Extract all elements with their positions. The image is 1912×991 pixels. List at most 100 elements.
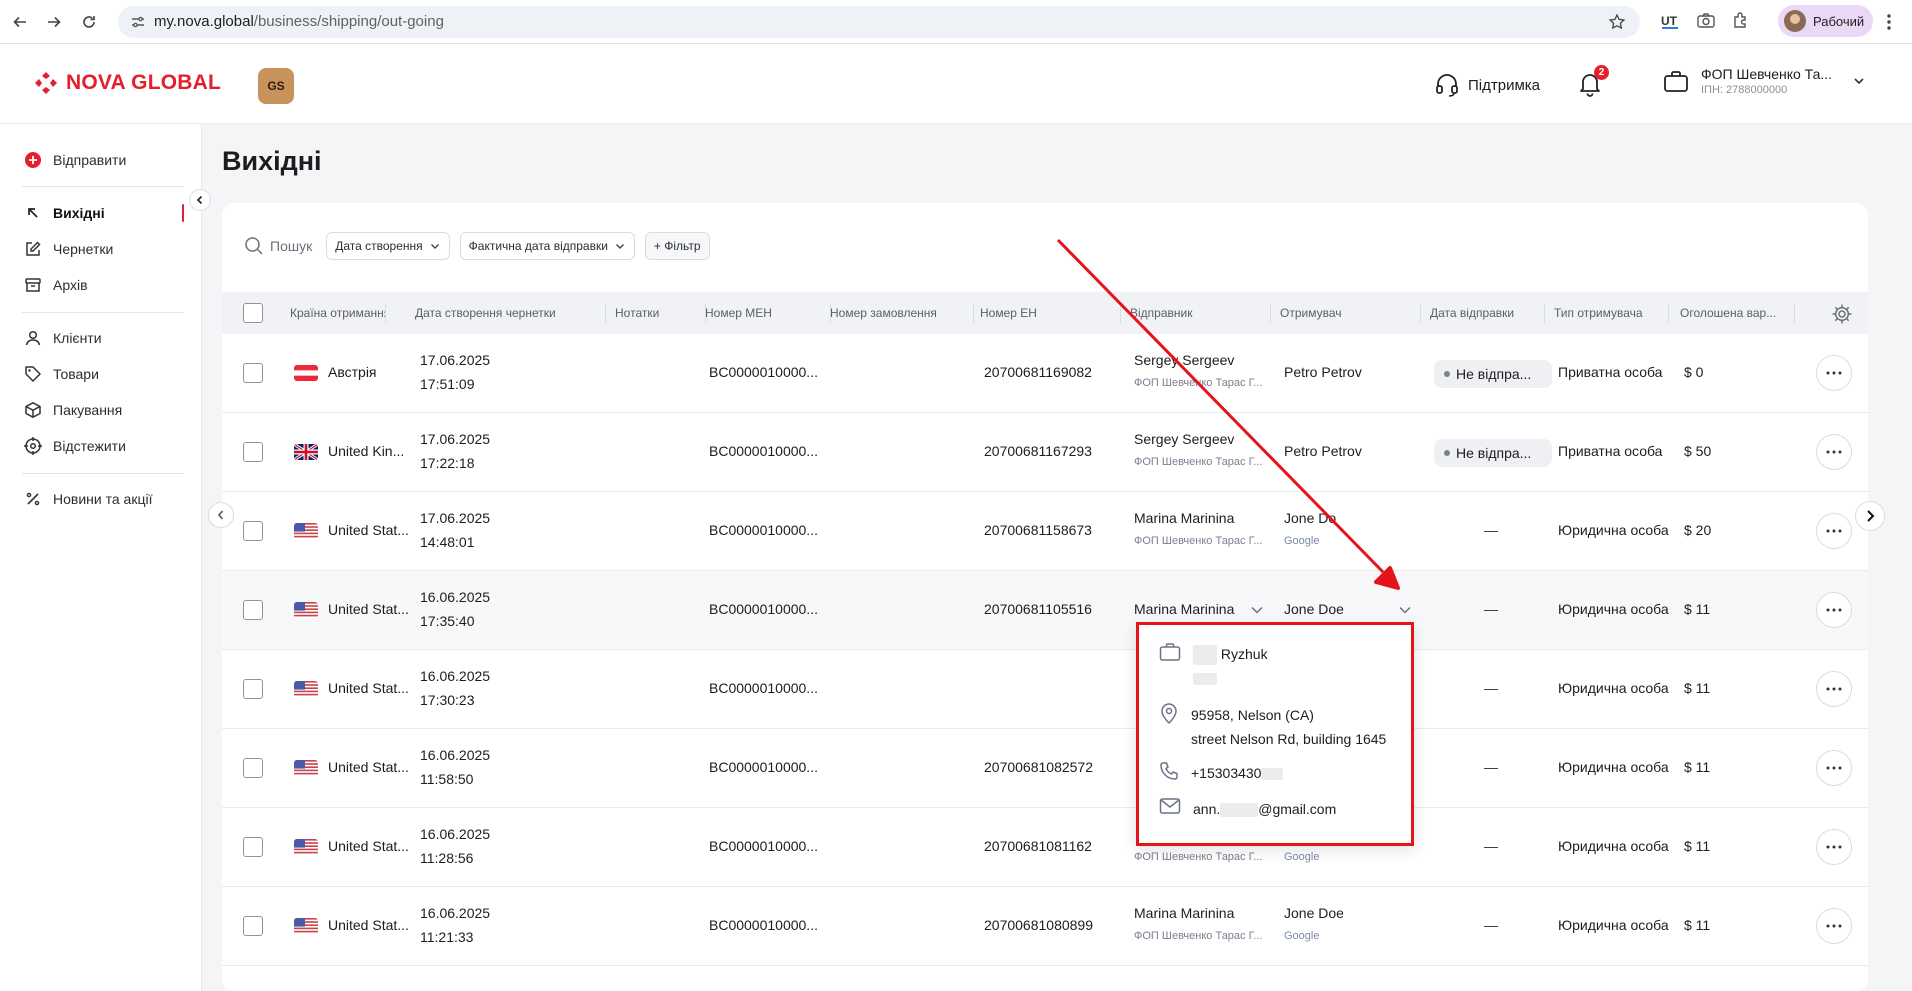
camera-extension-icon[interactable] [1696, 11, 1716, 31]
column-separator [1420, 303, 1421, 323]
column-header-notes[interactable]: Нотатки [615, 292, 685, 334]
table-row[interactable]: United Stat... 16.06.2025 11:21:33 BC000001… [222, 887, 1868, 966]
sidebar-item-news[interactable]: Новини та акції [24, 490, 152, 508]
country-flag-icon [294, 365, 318, 381]
cell-men-number[interactable]: BC0000010000... [709, 759, 818, 775]
cell-declared-value: $ 11 [1684, 601, 1711, 617]
column-header-en[interactable]: Номер ЕН [980, 292, 1080, 334]
cell-men-number[interactable]: BC0000010000... [709, 443, 818, 459]
sidebar-item-send[interactable]: Відправити [24, 151, 126, 169]
column-header-recipient[interactable]: Отримувач [1280, 292, 1380, 334]
row-actions-button[interactable] [1816, 513, 1852, 549]
browser-menu-icon[interactable] [1886, 12, 1892, 32]
forward-icon[interactable] [42, 10, 66, 34]
column-header-draft-date[interactable]: Дата створення чернетки [415, 292, 575, 334]
country-flag-icon [294, 602, 318, 618]
column-header-recipient-type[interactable]: Тип отримувача [1554, 292, 1664, 334]
cell-men-number[interactable]: BC0000010000... [709, 838, 818, 854]
cell-men-number[interactable]: BC0000010000... [709, 917, 818, 933]
cell-en-number[interactable]: 20700681080899 [984, 917, 1093, 933]
recipient-details-popup: Ryzhuk 95958, Nelson (CA) street Nelson … [1136, 622, 1414, 846]
site-info-icon[interactable] [130, 14, 146, 30]
account-switcher[interactable]: ФОП Шевченко Та... ІПН: 2788000000 [1663, 66, 1866, 96]
table-row[interactable]: United Stat... 16.06.2025 17:35:40 BC000001… [222, 571, 1868, 650]
table-row[interactable]: United Stat... 16.06.2025 17:30:23 BC000001… [222, 650, 1868, 729]
cell-en-number[interactable]: 20700681158673 [984, 522, 1092, 538]
cell-men-number[interactable]: BC0000010000... [709, 522, 818, 538]
cell-draft-time: 17:30:23 [420, 692, 475, 708]
sidebar-item-clients[interactable]: Клієнти [24, 329, 102, 347]
cell-men-number[interactable]: BC0000010000... [709, 680, 818, 696]
translate-extension-icon[interactable]: UT [1660, 11, 1680, 31]
extensions-puzzle-icon[interactable] [1731, 11, 1751, 31]
popup-address-line2: street Nelson Rd, building 1645 [1191, 731, 1387, 747]
cell-recipient-name: Jone Doe [1284, 601, 1344, 617]
created-date-filter[interactable]: Дата створення [326, 232, 450, 260]
back-icon[interactable] [8, 10, 32, 34]
scroll-right-button[interactable] [1855, 501, 1885, 531]
sidebar-item-outgoing[interactable]: Вихідні [24, 204, 105, 222]
chevron-down-icon[interactable] [1250, 604, 1264, 616]
sidebar-collapse-button[interactable] [189, 189, 211, 211]
row-actions-button[interactable] [1816, 434, 1852, 470]
column-header-declared-value[interactable]: Оголошена вар... [1680, 292, 1782, 334]
row-actions-button[interactable] [1816, 671, 1852, 707]
reload-icon[interactable] [77, 10, 101, 34]
cell-declared-value: $ 50 [1684, 443, 1712, 459]
gs-badge[interactable]: GS [258, 68, 294, 104]
sidebar-item-packing[interactable]: Пакування [24, 401, 122, 419]
sidebar-item-drafts[interactable]: Чернетки [24, 240, 113, 258]
more-horizontal-icon [1826, 766, 1842, 770]
sidebar-item-goods[interactable]: Товари [24, 365, 99, 383]
table-row[interactable]: United Stat... 17.06.2025 14:48:01 BC000001… [222, 492, 1868, 571]
redacted-text [1193, 673, 1217, 686]
popup-phone[interactable]: +15303430 [1191, 765, 1261, 781]
cell-en-number[interactable]: 20700681167293 [984, 443, 1092, 459]
cell-men-number[interactable]: BC0000010000... [709, 364, 818, 380]
row-actions-button[interactable] [1816, 829, 1852, 865]
row-actions-button[interactable] [1816, 592, 1852, 628]
chevron-down-icon[interactable] [1398, 604, 1412, 616]
row-checkbox[interactable] [243, 442, 263, 462]
table-row[interactable]: United Stat... 16.06.2025 11:28:56 BC000001… [222, 808, 1868, 887]
edit-icon [26, 241, 41, 256]
browser-profile-button[interactable]: Рабочий [1778, 5, 1873, 37]
column-header-men[interactable]: Номер MEH [705, 292, 795, 334]
select-all-checkbox[interactable] [243, 303, 263, 323]
column-header-order[interactable]: Номер замовлення [830, 292, 950, 334]
column-header-sender[interactable]: Відправник [1130, 292, 1230, 334]
add-filter-button[interactable]: + Фільтр [644, 232, 710, 260]
nova-global-logo[interactable]: NOVA GLOBAL [34, 71, 221, 95]
column-header-ship-date[interactable]: Дата відправки [1430, 292, 1530, 334]
row-actions-button[interactable] [1816, 908, 1852, 944]
search-input[interactable]: Пошук [244, 236, 312, 256]
row-actions-button[interactable] [1816, 355, 1852, 391]
cell-men-number[interactable]: BC0000010000... [709, 601, 818, 617]
row-checkbox[interactable] [243, 679, 263, 699]
cell-en-number[interactable]: 20700681082572 [984, 759, 1093, 775]
row-checkbox[interactable] [243, 521, 263, 541]
sidebar-item-tracking[interactable]: Відстежити [24, 437, 126, 455]
support-button[interactable]: Підтримка [1434, 72, 1540, 98]
actual-ship-date-filter[interactable]: Фактична дата відправки [459, 232, 635, 260]
row-checkbox[interactable] [243, 600, 263, 620]
table-row[interactable]: Австрія 17.06.2025 17:51:09 BC0000010000...… [222, 334, 1868, 413]
table-row[interactable]: United Kin... 17.06.2025 17:22:18 BC0000010… [222, 413, 1868, 492]
row-actions-button[interactable] [1816, 750, 1852, 786]
sidebar-item-archive[interactable]: Архів [24, 276, 88, 294]
notifications-button[interactable]: 2 [1578, 65, 1609, 97]
address-bar[interactable]: my.nova.global/business/shipping/out-goi… [118, 6, 1640, 38]
cell-en-number[interactable]: 20700681169082 [984, 364, 1092, 380]
cell-en-number[interactable]: 20700681105516 [984, 601, 1092, 617]
row-checkbox[interactable] [243, 758, 263, 778]
cell-ship-date: — [1484, 680, 1498, 696]
bookmark-star-icon[interactable] [1608, 13, 1626, 31]
column-header-country[interactable]: Країна отримання [290, 292, 386, 334]
row-checkbox[interactable] [243, 837, 263, 857]
row-checkbox[interactable] [243, 363, 263, 383]
table-row[interactable]: United Stat... 16.06.2025 11:58:50 BC000001… [222, 729, 1868, 808]
cell-en-number[interactable]: 20700681081162 [984, 838, 1092, 854]
row-checkbox[interactable] [243, 916, 263, 936]
table-settings-gear-icon[interactable] [1831, 303, 1853, 325]
scroll-left-button[interactable] [208, 502, 234, 528]
